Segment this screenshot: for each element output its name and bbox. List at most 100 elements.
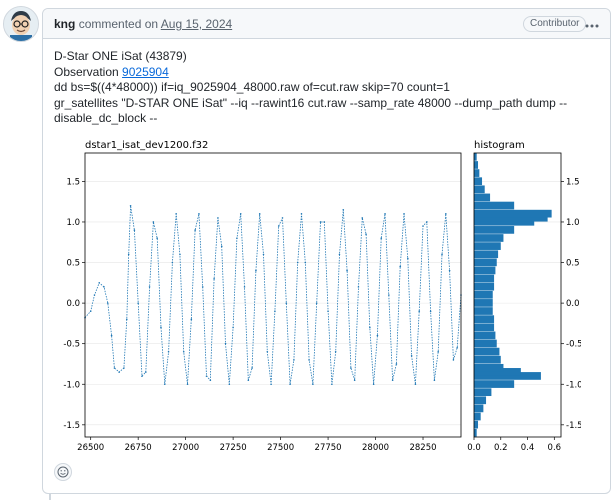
signal-point [141, 375, 143, 377]
y-tick-label: 0.5 [566, 259, 580, 269]
action-text: commented [78, 17, 142, 31]
signal-point [270, 383, 272, 386]
signal-point [93, 294, 96, 296]
signal-point [171, 261, 174, 264]
signal-point [445, 213, 447, 215]
signal-point [217, 217, 219, 219]
signal-point [426, 221, 428, 223]
signal-point [334, 351, 337, 353]
line-chart-title: dstar1_isat_dev1200.f32 [85, 140, 208, 151]
histogram-bar [474, 193, 491, 202]
signal-point [236, 237, 238, 239]
signal-point [300, 213, 303, 215]
histogram-bar [474, 282, 495, 291]
signal-point [262, 253, 265, 256]
signal-point [346, 269, 348, 272]
signal-point [179, 253, 181, 256]
signal-point [319, 221, 322, 223]
observation-label: Observation [54, 64, 119, 79]
histogram-bar [474, 161, 479, 169]
histogram-bar [474, 396, 487, 405]
histogram-bar [474, 355, 501, 364]
signal-point [175, 213, 177, 215]
signal-point [247, 379, 250, 381]
signal-point [384, 213, 386, 215]
signal-point [129, 204, 132, 207]
signal-point [441, 253, 443, 256]
histogram-bar [474, 339, 497, 348]
more-options-button[interactable] [583, 14, 601, 32]
signal-point [98, 282, 101, 284]
y-tick-label: -1.5 [63, 421, 80, 431]
signal-point [376, 334, 379, 337]
signal-point [239, 213, 242, 215]
signal-point [308, 359, 310, 361]
timeline-rail [49, 494, 51, 500]
y-tick-label: 1.0 [566, 218, 580, 228]
x-tick-label: 26750 [125, 443, 152, 453]
signal-point [209, 379, 212, 381]
signal-point [448, 269, 451, 272]
x-tick-label: 28250 [409, 443, 436, 453]
body-line-1: D-Star ONE iSat (43879) [54, 49, 187, 63]
signal-point [395, 363, 398, 365]
x-tick-label: 0.4 [521, 443, 535, 453]
signal-point [437, 351, 440, 353]
signal-point [255, 269, 257, 272]
signal-point [323, 221, 326, 223]
signal-point [331, 383, 333, 386]
y-tick-label: 1.5 [566, 177, 580, 187]
signal-point [243, 286, 246, 288]
signal-point [224, 342, 227, 345]
histogram-bar [474, 363, 504, 372]
body-line-2: Observation 9025904 [54, 65, 584, 81]
body-line-4: gr_satellites "D-STAR ONE iSat" --iq --r… [54, 95, 568, 126]
signal-point [156, 237, 158, 239]
signal-point [342, 209, 345, 211]
signal-point [433, 379, 436, 381]
histogram-bar [474, 153, 477, 161]
observation-link[interactable]: 9025904 [122, 65, 169, 79]
y-tick-label: -0.5 [63, 340, 80, 350]
signal-point [327, 310, 329, 313]
signal-point [144, 371, 147, 373]
on-text: on [144, 17, 159, 31]
signal-point [186, 383, 189, 386]
signal-point [125, 318, 128, 321]
signal-point [194, 229, 196, 231]
x-tick-label: 28000 [362, 443, 389, 453]
signal-point [137, 302, 139, 304]
signal-point [456, 346, 459, 349]
y-tick-label: 1.0 [66, 218, 80, 228]
signal-point [369, 326, 371, 329]
signal-point [148, 286, 151, 288]
signal-point [106, 302, 109, 304]
signal-point [228, 383, 231, 386]
signal-point [361, 217, 364, 219]
signal-plot-image: -1.5 -1.0 -0.5 0.0 0.5 1.0 1.5 26500 26750 27000 2… [51, 129, 581, 459]
signal-point [281, 217, 284, 219]
y-tick-label: -1.0 [63, 380, 80, 390]
signal-point [103, 286, 105, 288]
signal-point [365, 233, 367, 235]
signal-point [410, 355, 413, 357]
signal-point [293, 359, 295, 361]
histogram-bar [474, 185, 485, 194]
add-reaction-button[interactable] [54, 463, 72, 481]
histogram-bar [474, 226, 515, 234]
signal-point [452, 359, 455, 361]
x-tick-label: 0.2 [494, 443, 508, 453]
histogram-bar [474, 209, 552, 218]
avatar[interactable] [3, 6, 39, 42]
histogram-bar [474, 428, 477, 437]
x-tick-label: 0.0 [467, 443, 481, 453]
signal-point [315, 302, 318, 304]
signal-point [338, 253, 341, 256]
signal-point [198, 213, 200, 215]
smiley-icon [57, 466, 69, 478]
avatar-icon [4, 7, 38, 41]
author-link[interactable]: kng [54, 17, 75, 31]
y-tick-label: 0.0 [66, 299, 80, 309]
timestamp-link[interactable]: Aug 15, 2024 [161, 17, 232, 31]
signal-point [201, 286, 204, 288]
